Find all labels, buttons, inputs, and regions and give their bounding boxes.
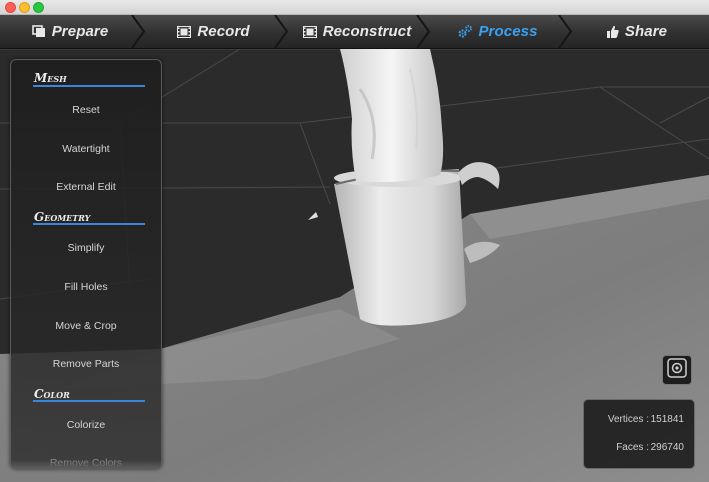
colorize-button[interactable]: Colorize xyxy=(11,419,161,431)
tab-process[interactable]: Process xyxy=(431,15,565,48)
tab-label: Reconstruct xyxy=(322,23,412,40)
vertices-label: Vertices : xyxy=(607,414,649,425)
tab-label: Record xyxy=(197,23,250,40)
section-underline xyxy=(33,223,145,225)
remove-parts-button[interactable]: Remove Parts xyxy=(11,358,161,370)
tab-prepare[interactable]: Prepare xyxy=(0,15,140,48)
tab-label: Share xyxy=(624,23,668,40)
faces-value: 296740 xyxy=(650,442,684,453)
reset-button[interactable]: Reset xyxy=(11,104,161,116)
section-underline xyxy=(33,85,145,87)
tab-record[interactable]: Record xyxy=(146,15,281,48)
watertight-button[interactable]: Watertight xyxy=(11,143,161,155)
tab-share[interactable]: Share xyxy=(572,15,702,48)
tab-reconstruct[interactable]: Reconstruct xyxy=(290,15,424,48)
section-title-geometry: Geometry xyxy=(34,210,91,224)
scanned-arm-mesh xyxy=(340,49,444,183)
external-edit-button[interactable]: External Edit xyxy=(11,181,161,193)
vertices-value: 151841 xyxy=(650,414,684,425)
thumbs-up-icon xyxy=(606,25,619,38)
workflow-tab-bar: Prepare Record Reconstruct Process Share xyxy=(0,15,709,49)
camera-view-icon xyxy=(667,357,687,383)
gears-icon xyxy=(458,25,473,38)
section-title-mesh: Mesh xyxy=(34,71,67,85)
minimize-window-button[interactable] xyxy=(19,2,30,13)
window-title-bar xyxy=(0,0,709,15)
process-tools-panel: Mesh Reset Watertight External Edit Geom… xyxy=(10,59,162,469)
close-window-button[interactable] xyxy=(5,2,16,13)
film-icon xyxy=(302,25,317,38)
reset-camera-button[interactable] xyxy=(662,355,692,385)
section-underline xyxy=(33,400,145,402)
tab-label: Process xyxy=(478,23,538,40)
faces-label: Faces : xyxy=(616,442,649,453)
tab-label: Prepare xyxy=(51,23,109,40)
section-title-color: Color xyxy=(34,387,70,401)
simplify-button[interactable]: Simplify xyxy=(11,242,161,254)
mesh-stats-panel: Vertices : 151841 Faces : 296740 xyxy=(583,399,695,469)
prepare-icon xyxy=(31,25,46,38)
zoom-window-button[interactable] xyxy=(33,2,44,13)
film-icon xyxy=(177,25,192,38)
fill-holes-button[interactable]: Fill Holes xyxy=(11,281,161,293)
panel-scroll-fade xyxy=(11,460,161,468)
move-crop-button[interactable]: Move & Crop xyxy=(11,320,161,332)
